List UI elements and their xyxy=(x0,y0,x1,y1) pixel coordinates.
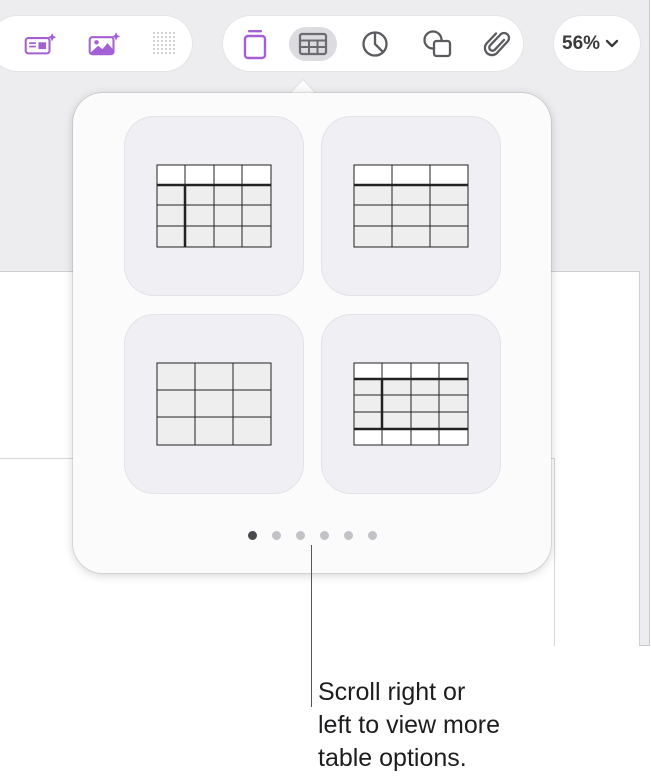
pie-chart-icon xyxy=(362,31,388,57)
page-dot-6[interactable] xyxy=(367,531,377,540)
dot-grid-button[interactable] xyxy=(148,27,182,61)
attachment-button[interactable] xyxy=(481,27,515,61)
table-style-header-row[interactable] xyxy=(321,116,501,296)
page-indicator[interactable] xyxy=(73,530,551,542)
page-dot-2[interactable] xyxy=(271,531,281,540)
image-sparkle-icon xyxy=(88,32,121,56)
image-sparkle-button[interactable] xyxy=(88,27,122,61)
paperclip-icon xyxy=(483,31,511,57)
callout-text: Scroll right or left to view more table … xyxy=(318,676,638,775)
zoom-menu[interactable]: 56% xyxy=(562,30,619,58)
table-styles-popover xyxy=(73,93,551,573)
shape-button[interactable] xyxy=(421,27,455,61)
table-icon xyxy=(298,32,328,56)
text-box-icon xyxy=(243,30,267,60)
table-preview-icon xyxy=(353,164,469,248)
table-style-header-row-column[interactable] xyxy=(124,116,304,296)
page-dot-3[interactable] xyxy=(295,531,305,540)
page-dot-4[interactable] xyxy=(319,531,329,540)
text-box-sparkle-button[interactable] xyxy=(24,27,58,61)
dot-grid-icon xyxy=(153,32,175,54)
chevron-down-icon xyxy=(605,39,619,48)
table-preview-icon xyxy=(156,362,272,446)
popover-arrow xyxy=(290,80,316,94)
table-style-plain[interactable] xyxy=(124,314,304,494)
callout-leader-line xyxy=(311,545,312,707)
table-button[interactable] xyxy=(289,27,337,61)
callout-line-3: table options. xyxy=(318,744,467,772)
page-dot-1[interactable] xyxy=(247,531,257,540)
zoom-level: 56% xyxy=(562,33,601,54)
shapes-icon xyxy=(423,30,452,58)
table-preview-icon xyxy=(353,362,469,446)
table-style-header-footer[interactable] xyxy=(321,314,501,494)
callout-line-2: left to view more xyxy=(318,711,501,739)
callout-line-1: Scroll right or xyxy=(318,678,466,706)
chart-button[interactable] xyxy=(358,27,392,61)
text-button[interactable] xyxy=(238,27,272,61)
table-preview-icon xyxy=(156,164,272,248)
text-box-sparkle-icon xyxy=(24,32,57,55)
page-dot-5[interactable] xyxy=(343,531,353,540)
